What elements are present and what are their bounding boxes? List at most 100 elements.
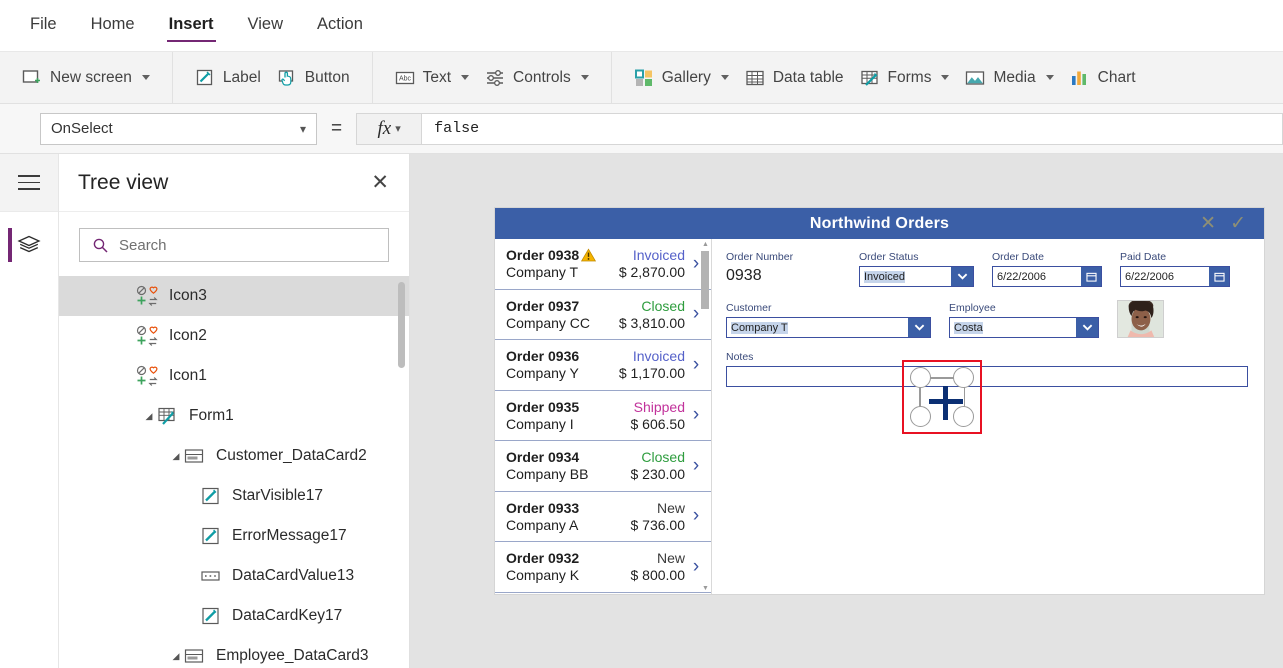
gallery-amount: $ 800.00 bbox=[630, 567, 686, 584]
gallery-order-number: Order 0937 bbox=[506, 297, 580, 314]
dropdown-arrow-button[interactable] bbox=[951, 267, 973, 286]
paid-date-picker[interactable]: 6/22/2006 bbox=[1120, 266, 1230, 287]
chevron-down-icon[interactable] bbox=[461, 75, 470, 80]
chevron-down-icon[interactable] bbox=[580, 75, 589, 80]
gallery-button[interactable]: Gallery bbox=[626, 64, 737, 92]
app-screen: Northwind Orders ✕ ✓ Order 0938 Invoiced… bbox=[495, 208, 1264, 594]
tree-node-icon3[interactable]: Icon3 bbox=[59, 276, 409, 316]
cancel-icon[interactable]: ✕ bbox=[1200, 214, 1216, 233]
forms-button[interactable]: Forms bbox=[852, 64, 958, 92]
field-paid-date: Paid Date 6/22/2006 bbox=[1120, 251, 1230, 287]
new-screen-label: New screen bbox=[50, 68, 132, 86]
tree-node-employee-datacard3[interactable]: ◢ Employee_DataCard3 bbox=[59, 636, 409, 668]
calendar-button[interactable] bbox=[1081, 267, 1101, 286]
gallery-row[interactable]: Order 0932 New Company K $ 800.00 › bbox=[495, 542, 711, 593]
chevron-down-icon[interactable] bbox=[141, 75, 150, 80]
gallery-amount: $ 1,170.00 bbox=[618, 365, 685, 382]
label-control-icon bbox=[202, 487, 219, 505]
tree-node-label: DataCardValue13 bbox=[232, 567, 355, 584]
gallery-row[interactable]: Order 0938 Invoiced Company T $ 2,870.00… bbox=[495, 239, 711, 290]
gallery-row-content: Order 0937 Closed Company CC $ 3,810.00 bbox=[506, 298, 685, 331]
ribbon-group-inputs: Abc Text Controls bbox=[373, 52, 612, 103]
controls-button[interactable]: Controls bbox=[477, 64, 597, 92]
property-selector[interactable]: OnSelect ▾ bbox=[40, 112, 317, 145]
gallery-scrollbar-thumb[interactable] bbox=[701, 251, 709, 309]
fx-button[interactable]: fx ▾ bbox=[356, 112, 423, 145]
employee-dropdown[interactable]: Costa bbox=[949, 317, 1099, 338]
calendar-button[interactable] bbox=[1209, 267, 1229, 286]
label-button[interactable]: Label bbox=[187, 64, 269, 92]
tree-search-box[interactable] bbox=[79, 228, 389, 262]
tree-node-customer-datacard2[interactable]: ◢ Customer_DataCard2 bbox=[59, 436, 409, 476]
dropdown-arrow-button[interactable] bbox=[908, 318, 930, 337]
text-button[interactable]: Abc Text bbox=[387, 64, 477, 92]
hamburger-menu-button[interactable] bbox=[0, 154, 58, 212]
chevron-down-icon[interactable] bbox=[720, 75, 729, 80]
media-label: Media bbox=[993, 68, 1036, 86]
menu-item-file[interactable]: File bbox=[28, 9, 59, 42]
new-screen-icon bbox=[22, 69, 40, 83]
tree-node-datacardvalue13[interactable]: DataCardValue13 bbox=[59, 556, 409, 596]
tree-view-panel: Tree view ✕ Ico bbox=[59, 154, 410, 668]
formula-bar: OnSelect ▾ = fx ▾ false bbox=[0, 104, 1283, 154]
field-order-status: Order Status Invoiced bbox=[859, 251, 974, 287]
rail-item-tree-view[interactable] bbox=[0, 212, 58, 278]
field-value: Invoiced bbox=[864, 270, 905, 283]
expand-twisty-icon[interactable]: ◢ bbox=[169, 651, 183, 662]
scroll-up-arrow-icon[interactable]: ▲ bbox=[702, 241, 709, 248]
menu-item-insert[interactable]: Insert bbox=[166, 9, 216, 42]
gallery-order-status: Invoiced bbox=[632, 247, 685, 264]
chart-button[interactable]: Chart bbox=[1062, 64, 1144, 92]
expand-twisty-icon[interactable]: ◢ bbox=[142, 411, 156, 422]
dropdown-arrow-button[interactable] bbox=[1076, 318, 1098, 337]
canvas-area[interactable]: Northwind Orders ✕ ✓ Order 0938 Invoiced… bbox=[410, 154, 1283, 668]
tree-node-icon2[interactable]: Icon2 bbox=[59, 316, 409, 356]
gallery-order-status: New bbox=[656, 499, 685, 516]
field-customer: Customer Company T bbox=[726, 302, 931, 338]
gallery-row[interactable]: Order 0933 New Company A $ 736.00 › bbox=[495, 492, 711, 542]
data-table-button[interactable]: Data table bbox=[737, 64, 852, 92]
tree-node-errormessage17[interactable]: ErrorMessage17 bbox=[59, 516, 409, 556]
tree-scrollbar-thumb[interactable] bbox=[398, 282, 405, 368]
customer-dropdown[interactable]: Company T bbox=[726, 317, 931, 338]
ribbon-group-data: Gallery Data table Forms Media Chart bbox=[612, 52, 1158, 103]
menu-item-home[interactable]: Home bbox=[89, 9, 137, 42]
tree-node-form1[interactable]: ◢ Form1 bbox=[59, 396, 409, 436]
tree-node-label: Form1 bbox=[189, 407, 234, 424]
menu-item-action[interactable]: Action bbox=[315, 9, 365, 42]
label-control-icon bbox=[202, 607, 219, 625]
gallery-row[interactable]: Order 0936 Invoiced Company Y $ 1,170.00… bbox=[495, 340, 711, 391]
search-input[interactable] bbox=[119, 236, 376, 254]
gallery-company: Company BB bbox=[506, 466, 589, 483]
tree-node-icon1[interactable]: Icon1 bbox=[59, 356, 409, 396]
scroll-down-arrow-icon[interactable]: ▼ bbox=[702, 585, 709, 592]
button-button[interactable]: Button bbox=[269, 64, 358, 92]
forms-label: Forms bbox=[887, 68, 932, 86]
close-icon[interactable]: ✕ bbox=[371, 172, 389, 193]
form-icon bbox=[158, 407, 175, 425]
chevron-down-icon[interactable] bbox=[1045, 75, 1054, 80]
check-icon[interactable]: ✓ bbox=[1230, 214, 1246, 233]
order-status-dropdown[interactable]: Invoiced bbox=[859, 266, 974, 287]
notes-input[interactable] bbox=[726, 366, 1248, 387]
expand-twisty-icon[interactable]: ◢ bbox=[169, 451, 183, 462]
order-date-picker[interactable]: 6/22/2006 bbox=[992, 266, 1102, 287]
gallery-row[interactable]: Order 0934 Closed Company BB $ 230.00 › bbox=[495, 441, 711, 492]
formula-input[interactable]: false bbox=[422, 112, 1283, 145]
gallery-order-number: Order 0938 bbox=[506, 247, 597, 263]
ribbon-group-screens: New screen bbox=[0, 52, 173, 103]
gallery-scrollbar[interactable]: ▲ ▼ bbox=[701, 241, 709, 592]
chevron-down-icon[interactable] bbox=[941, 75, 950, 80]
gallery-row[interactable]: Order 0935 Shipped Company I $ 606.50 › bbox=[495, 391, 711, 441]
tree-node-starvisible17[interactable]: StarVisible17 bbox=[59, 476, 409, 516]
media-button[interactable]: Media bbox=[957, 64, 1061, 92]
chart-label: Chart bbox=[1097, 68, 1136, 86]
tree-node-datacardkey17[interactable]: DataCardKey17 bbox=[59, 596, 409, 636]
left-rail bbox=[0, 154, 59, 668]
menu-item-view[interactable]: View bbox=[246, 9, 285, 42]
gallery-row[interactable]: Order 0937 Closed Company CC $ 3,810.00 … bbox=[495, 290, 711, 340]
detail-row-2: Customer Company T Employee Costa bbox=[726, 300, 1248, 338]
equals-sign: = bbox=[331, 117, 343, 139]
field-label: Customer bbox=[726, 302, 772, 314]
new-screen-button[interactable]: New screen bbox=[14, 64, 158, 92]
